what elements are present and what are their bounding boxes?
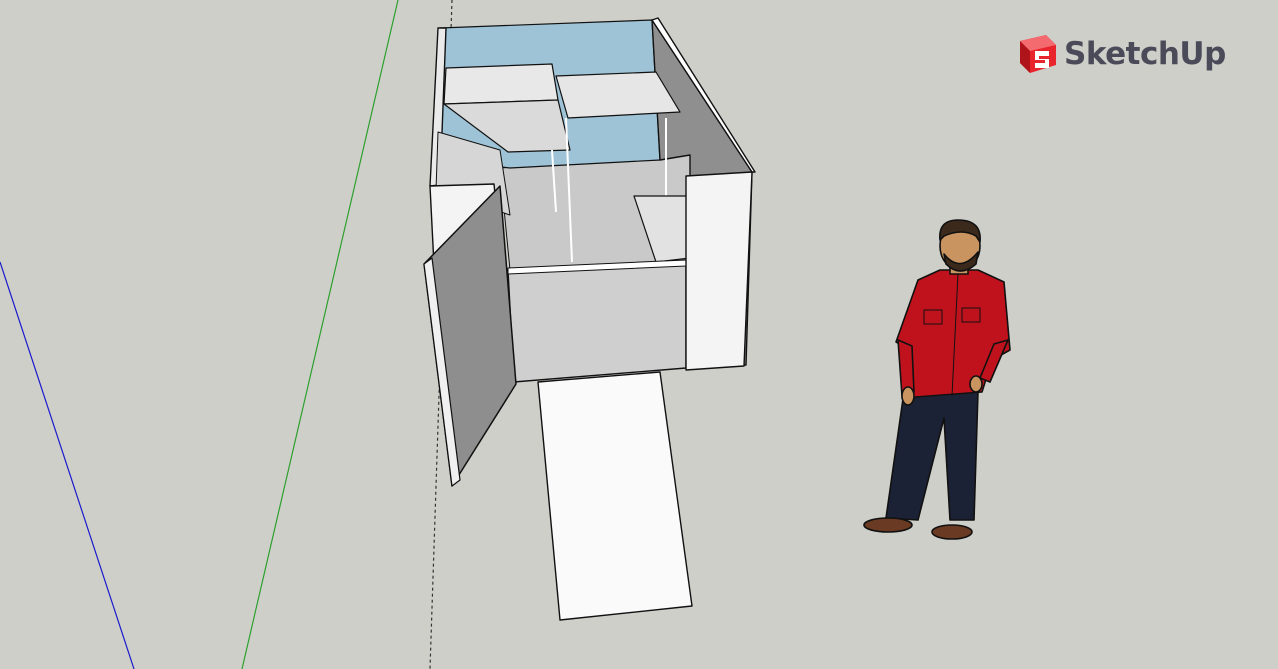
scale-figure[interactable] [863,219,1011,540]
green-axis [241,0,399,669]
figure-shoe-left [863,517,913,533]
figure-pants [885,391,979,521]
upper-shelf-left [443,63,559,105]
model-canvas[interactable] [0,0,1278,669]
front-bulkhead [507,261,687,383]
drawing-viewport[interactable]: SketchUp [0,0,1278,669]
loading-ramp[interactable] [537,371,693,621]
sketchup-logo-text: SketchUp [1064,35,1226,72]
cargo-van-model[interactable] [423,17,756,621]
figure-hand-right [969,375,983,393]
right-front-panel [685,171,753,371]
figure-shoe-right [931,524,973,540]
figure-hand-left [901,386,915,406]
blue-axis [0,261,135,669]
sketchup-logo-icon [1020,35,1056,73]
sketchup-logo: SketchUp [1016,30,1226,78]
